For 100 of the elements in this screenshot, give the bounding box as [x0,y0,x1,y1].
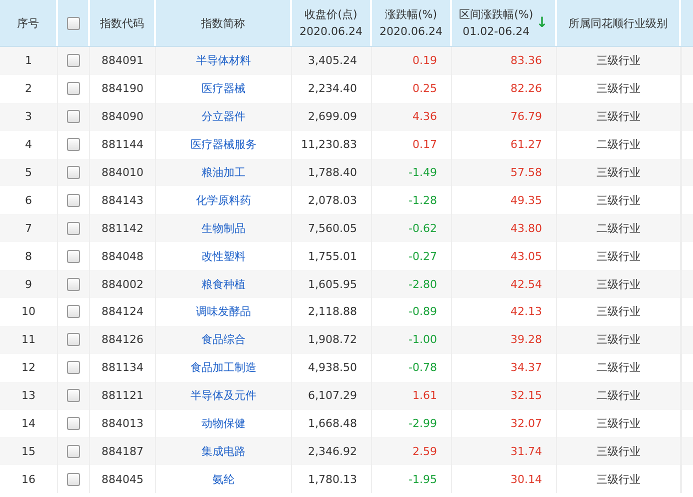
row-checkbox[interactable] [67,110,80,124]
industry-level: 三级行业 [596,53,640,68]
industry-level: 三级行业 [596,304,640,320]
column-header[interactable]: 指数简称 [201,14,245,32]
close-price: 1,788.40 [308,166,357,179]
row-number: 16 [22,472,36,486]
row-checkbox[interactable] [67,305,80,318]
close-price: 2,346.92 [308,444,357,458]
change-percent: -0.62 [408,222,437,235]
range-change-percent: 57.58 [510,166,542,179]
change-percent: 4.36 [412,110,437,124]
industry-level: 三级行业 [596,276,640,292]
row-number: 5 [25,166,32,179]
row-number: 9 [25,278,32,291]
index-code: 884010 [102,166,144,179]
close-price: 6,107.29 [308,389,357,402]
index-code: 881134 [102,361,144,374]
row-number: 2 [25,82,32,96]
index-name-link[interactable]: 生物制品 [202,220,246,236]
index-name-link[interactable]: 集成电路 [202,444,246,459]
index-code: 884124 [102,305,144,318]
index-code: 884091 [102,54,144,68]
row-checkbox[interactable] [67,444,80,458]
range-change-percent: 34.37 [510,361,542,374]
index-code: 884045 [102,472,144,486]
change-percent: 1.61 [412,389,437,402]
row-checkbox[interactable] [67,361,80,374]
index-name-link[interactable]: 粮油加工 [202,165,246,180]
row-checkbox[interactable] [67,194,80,207]
row-number: 1 [25,54,32,68]
change-percent: -0.89 [408,305,437,318]
range-change-percent: 43.05 [510,250,542,263]
range-change-percent: 30.14 [510,472,542,486]
industry-level: 三级行业 [596,248,640,264]
close-price: 2,078.03 [308,194,357,207]
close-price: 2,699.09 [308,110,357,124]
column-header[interactable]: 指数代码 [100,14,144,32]
index-code: 881121 [102,389,144,402]
column-header[interactable]: 区间涨跌幅(%) 01.02-06.24 [459,6,534,40]
index-name-link[interactable]: 动物保健 [202,416,246,432]
row-checkbox[interactable] [67,82,80,96]
range-change-percent: 42.13 [510,305,542,318]
row-checkbox[interactable] [67,389,80,402]
index-code: 884002 [102,278,144,291]
row-checkbox[interactable] [67,250,80,263]
column-header[interactable]: 序号 [17,14,39,32]
range-change-percent: 49.35 [510,194,542,207]
index-name-link[interactable]: 分立器件 [202,109,246,124]
index-name-link[interactable]: 粮食种植 [202,276,246,292]
change-percent: -2.99 [408,417,437,430]
index-name-link[interactable]: 改性塑料 [202,248,246,264]
row-checkbox[interactable] [67,166,80,179]
change-percent: -1.95 [408,472,437,486]
column-header[interactable]: 涨跌幅(%) 2020.06.24 [380,6,442,40]
industry-level: 三级行业 [596,444,640,459]
change-percent: 0.17 [412,138,437,152]
close-price: 1,605.95 [308,278,357,291]
close-price: 2,234.40 [308,82,357,96]
industry-level: 三级行业 [596,472,640,487]
index-name-link[interactable]: 食品加工制造 [190,360,256,376]
index-name-link[interactable]: 化学原料药 [196,192,251,208]
index-name-link[interactable]: 医疗器械服务 [190,137,256,152]
close-price: 7,560.05 [308,222,357,235]
row-number: 4 [25,138,32,152]
close-price: 1,755.01 [308,250,357,263]
row-number: 8 [25,250,32,263]
row-checkbox[interactable] [67,222,80,235]
row-checkbox[interactable] [67,333,80,346]
industry-level: 三级行业 [596,81,640,96]
column-header[interactable]: 所属同花顺行业级别 [568,14,668,32]
index-name-link[interactable]: 医疗器械 [202,81,246,96]
index-code: 884190 [102,82,144,96]
industry-level: 二级行业 [596,220,640,236]
row-checkbox[interactable] [67,417,80,430]
index-code: 884048 [102,250,144,263]
close-price: 1,780.13 [308,472,357,486]
index-name-link[interactable]: 氨纶 [212,472,234,487]
index-name-link[interactable]: 调味发酵品 [196,304,251,320]
row-number: 6 [25,194,32,207]
close-price: 1,668.48 [308,417,357,430]
index-name-link[interactable]: 半导体材料 [196,53,251,68]
row-checkbox[interactable] [67,54,80,68]
column-header[interactable]: 收盘价(点) 2020.06.24 [300,6,362,40]
industry-level: 三级行业 [596,165,640,180]
row-number: 3 [25,110,32,124]
index-name-link[interactable]: 食品综合 [202,332,246,348]
range-change-percent: 31.74 [510,444,542,458]
change-percent: 0.25 [412,82,437,96]
row-checkbox[interactable] [67,138,80,152]
industry-level: 二级行业 [596,388,640,404]
row-number: 7 [25,222,32,235]
index-name-link[interactable]: 半导体及元件 [190,388,256,404]
industry-level: 三级行业 [596,192,640,208]
select-all-checkbox[interactable] [66,16,80,30]
row-checkbox[interactable] [67,472,80,486]
industry-level: 三级行业 [596,416,640,432]
row-checkbox[interactable] [67,278,80,291]
change-percent: -2.80 [408,278,437,291]
index-code: 884143 [102,194,144,207]
range-change-percent: 39.28 [510,333,542,346]
